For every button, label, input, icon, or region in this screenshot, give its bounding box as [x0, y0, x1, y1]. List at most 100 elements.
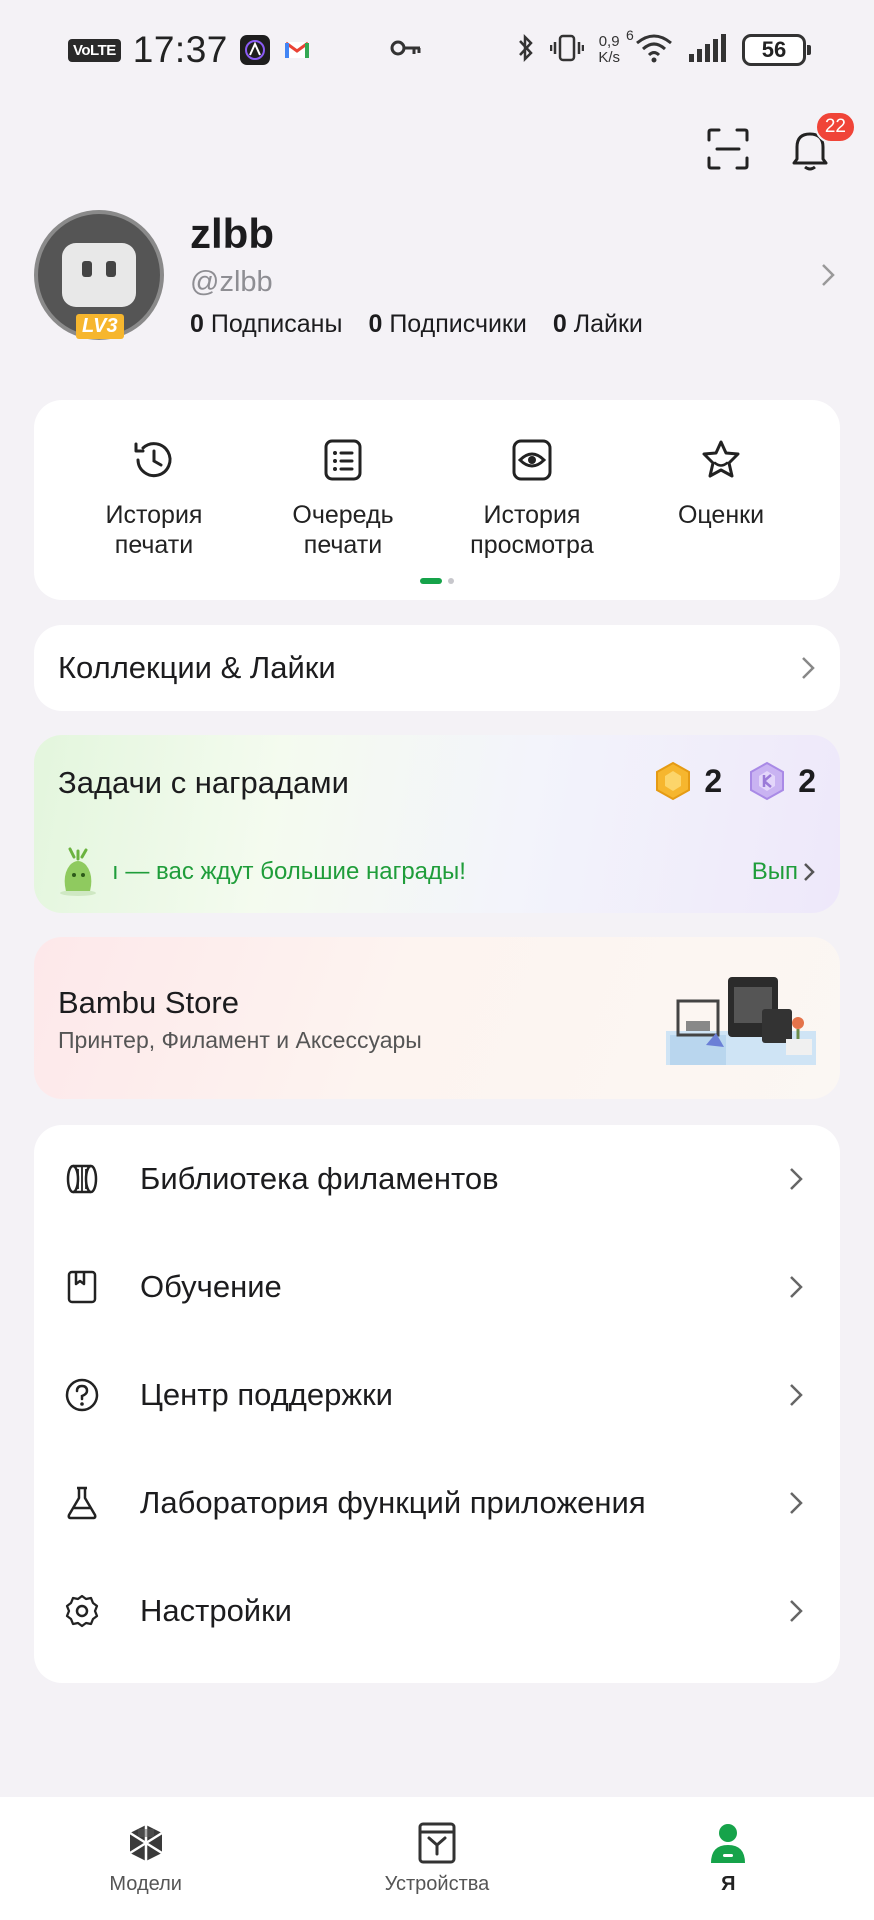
chevron-right-icon — [822, 264, 835, 286]
menu-item-label: Настройки — [140, 1593, 293, 1628]
page-dot — [448, 578, 454, 584]
notification-badge: 22 — [814, 111, 856, 143]
followers-stat[interactable]: 0 Подписчики — [368, 310, 526, 339]
eye-icon — [512, 439, 552, 481]
wifi-icon: 6 — [626, 27, 674, 68]
printer-products-illustration — [666, 977, 816, 1065]
bottom-navigation: Модели Устройства Я — [0, 1797, 874, 1920]
followers-label: Подписчики — [389, 310, 527, 338]
quick-action-print-history[interactable]: История печати — [64, 436, 244, 560]
scan-icon — [707, 128, 749, 170]
tasks-action-label: Вып — [751, 858, 798, 885]
quick-action-label: История просмотра — [470, 501, 594, 559]
purple-hexagon-icon — [750, 761, 785, 801]
menu-item-filament-library[interactable]: Библиотека филаментов — [34, 1125, 840, 1233]
quick-actions-card: История печати Очередь печати История пр… — [34, 400, 840, 600]
profile-stats: 0 Подписаны 0 Подписчики 0 Лайки — [190, 310, 643, 339]
menu-item-learning[interactable]: Обучение — [34, 1233, 840, 1341]
chevron-right-icon — [790, 1600, 803, 1622]
tasks-title: Задачи с наградами — [58, 765, 349, 800]
quick-action-label: Оценки — [677, 501, 765, 529]
quick-action-label: История печати — [105, 501, 203, 559]
following-count: 0 — [190, 310, 204, 338]
gold-reward-count: 2 — [654, 761, 722, 801]
help-icon — [65, 1378, 99, 1412]
nav-label: Устройства — [384, 1873, 490, 1895]
notifications-button[interactable]: 22 — [786, 111, 856, 173]
tasks-ticker-text: ı — вас ждут большие награды! — [112, 858, 466, 885]
following-label: Подписаны — [210, 310, 343, 338]
nav-tab-models[interactable]: Модели — [46, 1821, 246, 1896]
quick-action-label: Очередь печати — [292, 501, 394, 559]
signal-icon — [688, 33, 728, 67]
gmail-icon — [282, 35, 312, 65]
clock: 17:37 — [132, 29, 228, 70]
history-icon — [134, 442, 172, 478]
nav-tab-me[interactable]: Я — [628, 1821, 828, 1896]
reward-counters: 2 2 — [654, 761, 816, 801]
purple-count-value: 2 — [798, 762, 816, 799]
models-icon — [128, 1825, 163, 1861]
store-title: Bambu Store — [58, 985, 239, 1020]
menu-item-label: Обучение — [140, 1269, 282, 1304]
robot-avatar-icon — [62, 243, 136, 307]
status-bar: VoLTE 17:37 0,9 K/s 6 56 — [0, 0, 874, 100]
devices-icon — [418, 1822, 456, 1864]
quick-action-view-history[interactable]: История просмотра — [442, 436, 622, 560]
chevron-right-icon — [790, 1492, 803, 1514]
profile-handle: @zlbb — [190, 266, 273, 298]
bamboo-mascot-icon — [60, 847, 96, 896]
following-stat[interactable]: 0 Подписаны — [190, 310, 342, 339]
menu-item-support-center[interactable]: Центр поддержки — [34, 1341, 840, 1449]
filament-icon — [66, 1164, 98, 1194]
chevron-right-icon — [790, 1168, 803, 1190]
flask-icon — [67, 1486, 97, 1520]
chevron-right-icon — [804, 863, 815, 881]
store-subtitle: Принтер, Филамент и Аксессуары — [58, 1027, 422, 1053]
menu-item-settings[interactable]: Настройки — [34, 1557, 840, 1665]
network-speed-unit: K/s — [598, 49, 620, 66]
chevron-right-icon — [802, 657, 815, 679]
chevron-right-icon — [790, 1384, 803, 1406]
gold-hexagon-icon — [656, 761, 691, 801]
network-speed: 0,9 K/s — [598, 34, 620, 66]
nav-label: Я — [721, 1873, 736, 1895]
chevron-right-icon — [790, 1276, 803, 1298]
collections-likes-row[interactable]: Коллекции & Лайки — [34, 625, 840, 711]
store-banner[interactable]: Bambu Store Принтер, Филамент и Аксессуа… — [34, 937, 840, 1099]
likes-count: 0 — [552, 310, 567, 338]
header-actions: 22 — [704, 111, 856, 173]
volte-indicator: VoLTE — [68, 38, 121, 62]
profile-name: zlbb — [190, 210, 274, 257]
bluetooth-icon — [516, 33, 536, 68]
nav-tab-devices[interactable]: Устройства — [337, 1821, 537, 1896]
scan-button[interactable] — [704, 125, 752, 173]
nav-label: Модели — [109, 1873, 182, 1895]
tasks-banner[interactable]: ı — вас ждут большие награды! Вып — [56, 847, 816, 897]
likes-stat[interactable]: 0 Лайки — [553, 310, 643, 339]
likes-label: Лайки — [573, 310, 643, 338]
star-icon — [702, 440, 740, 478]
followers-count: 0 — [368, 310, 383, 338]
gold-count-value: 2 — [704, 762, 723, 799]
tasks-action-link[interactable]: Вып — [752, 858, 816, 886]
app-notification-icon — [239, 35, 270, 65]
wifi-generation: 6 — [626, 26, 634, 43]
menu-item-label: Лаборатория функций приложения — [140, 1485, 646, 1520]
collections-title: Коллекции & Лайки — [58, 650, 336, 685]
profile-header[interactable]: LV3 zlbb @zlbb 0 Подписаны 0 Подписчики … — [34, 210, 840, 350]
page-dot-active — [420, 578, 442, 584]
purple-reward-count: 2 — [748, 761, 816, 801]
page-indicator — [420, 578, 454, 584]
menu-item-label: Библиотека филаментов — [140, 1161, 499, 1196]
reward-tasks-card[interactable]: Задачи с наградами 2 2 ı — вас ждут боль… — [34, 735, 840, 913]
level-badge: LV3 — [76, 314, 124, 339]
menu-item-label: Центр поддержки — [140, 1377, 393, 1412]
quick-action-ratings[interactable]: Оценки — [631, 436, 811, 530]
network-speed-value: 0,9 — [598, 33, 620, 50]
vibrate-icon — [550, 33, 585, 68]
menu-item-app-lab[interactable]: Лаборатория функций приложения — [34, 1449, 840, 1557]
gear-icon — [65, 1594, 99, 1628]
vpn-key-icon — [390, 38, 422, 63]
quick-action-print-queue[interactable]: Очередь печати — [253, 436, 433, 560]
